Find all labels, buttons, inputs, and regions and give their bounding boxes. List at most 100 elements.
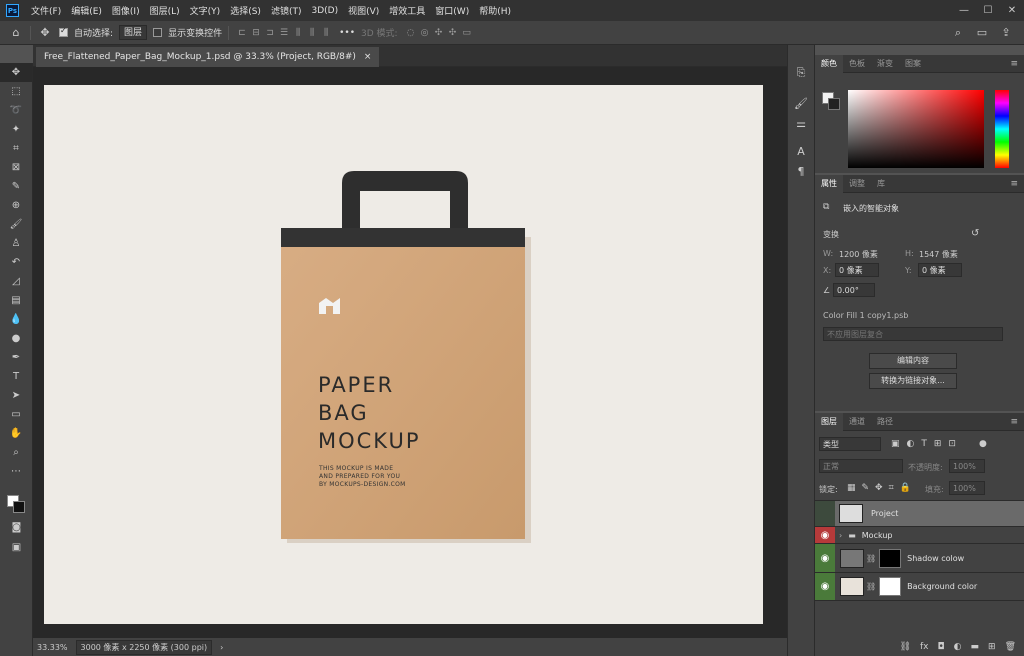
align-right-icon[interactable]: ⊐ [263,28,277,38]
pen-tool-icon[interactable]: ✒ [0,348,32,367]
document-tab[interactable]: Free_Flattened_Paper_Bag_Mockup_1.psd @ … [36,47,380,67]
tab-layers[interactable]: 图层 [815,412,843,431]
mask-icon[interactable]: ◘ [938,642,945,652]
color-picker-field[interactable] [848,90,984,168]
layer-filter-icons[interactable]: ▣◐T⊞⊡ [891,439,963,449]
history-panel-icon[interactable]: ⎘ [788,63,814,83]
screen-mode-icon[interactable]: ▣ [8,538,25,557]
close-window-button[interactable]: ✕ [1000,5,1024,16]
distribute-icon[interactable]: ⫼ [291,28,305,38]
more-tools-icon[interactable]: ⋯ [0,462,32,481]
move-tool-preset-icon[interactable]: ✥ [37,26,53,39]
menu-window[interactable]: 窗口(W) [430,4,474,17]
align-center-icon[interactable]: ⊟ [249,28,263,38]
hue-slider[interactable] [995,90,1009,168]
eraser-tool-icon[interactable]: ◿ [0,272,32,291]
blur-tool-icon[interactable]: 💧 [0,310,32,329]
menu-view[interactable]: 视图(V) [343,4,384,17]
auto-select-checkbox[interactable] [59,26,68,37]
gradient-tool-icon[interactable]: ▤ [0,291,32,310]
adjustments-icon[interactable]: ⚌ [788,113,814,133]
background-color-swatch[interactable] [828,98,840,110]
expand-arrow-icon[interactable]: › [839,531,842,540]
menu-3d[interactable]: 3D(D) [306,6,343,16]
reset-transform-icon[interactable]: ↺ [971,228,979,239]
angle-input[interactable]: 0.00° [833,283,875,297]
layer-row[interactable]: ◉ ⛓ Shadow colow [815,543,1024,572]
fill-input[interactable]: 100% [949,481,985,495]
history-brush-tool-icon[interactable]: ↶ [0,253,32,272]
hand-tool-icon[interactable]: ✋ [0,424,32,443]
distribute-right-icon[interactable]: ⫼ [319,28,333,38]
layer-name[interactable]: Project [871,509,898,518]
tab-channels[interactable]: 通道 [843,413,871,431]
eyedropper-tool-icon[interactable]: ✎ [0,177,32,196]
type-tool-icon[interactable]: T [0,367,32,386]
adjustment-icon[interactable]: ◐ [954,642,962,652]
layer-name[interactable]: Background color [907,582,977,591]
menu-select[interactable]: 选择(S) [225,4,266,17]
tab-gradients[interactable]: 渐变 [871,55,899,73]
layer-name[interactable]: Shadow colow [907,554,964,563]
width-value[interactable]: 1200 像素 [839,249,878,260]
tab-color[interactable]: 颜色 [815,54,843,73]
more-options-button[interactable]: ••• [339,28,355,38]
filter-toggle-icon[interactable]: ● [979,439,987,449]
dodge-tool-icon[interactable]: ● [0,329,32,348]
document-canvas[interactable]: PAPER BAG MOCKUP THIS MOCKUP IS MADE AND… [44,85,763,624]
healing-brush-tool-icon[interactable]: ⊕ [0,196,32,215]
y-input[interactable]: 0 像素 [918,263,962,277]
eye-icon[interactable]: ◉ [815,573,835,600]
close-tab-icon[interactable]: × [364,52,372,62]
brush-tool-icon[interactable]: 🖌 [0,215,32,234]
share-icon[interactable]: ⇪ [998,26,1014,40]
maximize-button[interactable]: ☐ [976,5,1000,16]
status-arrow-icon[interactable]: › [220,643,223,652]
show-transform-checkbox[interactable] [153,28,163,37]
tab-patterns[interactable]: 图案 [899,55,927,73]
marquee-tool-icon[interactable]: ⬚ [0,82,32,101]
layer-name[interactable]: Mockup [862,531,893,540]
visibility-toggle-off[interactable] [815,501,835,526]
layer-filter-dropdown[interactable]: 类型 [819,437,881,451]
minimize-button[interactable]: — [952,5,976,16]
align-left-icon[interactable]: ⊏ [235,28,249,38]
magic-wand-tool-icon[interactable]: ✦ [0,120,32,139]
align-middle-icon[interactable]: ☰ [277,28,291,38]
convert-to-linked-button[interactable]: 转换为链接对象... [869,373,957,389]
menu-layer[interactable]: 图层(L) [145,4,185,17]
link-icon[interactable]: ⛓ [900,642,911,652]
lock-icons[interactable]: ▦✎✥⌗🔒 [847,483,917,493]
layer-row[interactable]: ◉ › ▬ Mockup [815,526,1024,543]
folder-icon[interactable]: ▬ [971,642,980,652]
layer-row[interactable]: ◉ ⛓ Background color [815,572,1024,601]
zoom-level[interactable]: 33.33% [37,643,68,652]
menu-filter[interactable]: 滤镜(T) [266,4,307,17]
stamp-tool-icon[interactable]: ♙ [0,234,32,253]
blend-mode-dropdown[interactable]: 正常 [819,459,903,473]
menu-edit[interactable]: 编辑(E) [66,4,107,17]
menu-file[interactable]: 文件(F) [26,4,66,17]
trash-icon[interactable]: 🗑 [1005,642,1016,652]
crop-tool-icon[interactable]: ⌗ [0,139,32,158]
background-color-swatch[interactable] [13,501,25,513]
lasso-tool-icon[interactable]: ➰ [0,101,32,120]
home-icon[interactable]: ⌂ [8,26,24,39]
distribute-center-icon[interactable]: ⫼ [305,28,319,38]
menu-plugins[interactable]: 增效工具 [384,4,430,17]
panel-menu-icon[interactable]: ≡ [1010,179,1024,189]
layer-comp-dropdown[interactable]: 不应用图层复合 [823,327,1003,341]
character-panel-icon[interactable]: A [788,141,814,161]
menu-help[interactable]: 帮助(H) [474,4,516,17]
zoom-tool-icon[interactable]: ⌕ [0,443,32,462]
move-tool-icon[interactable]: ✥ [0,63,32,82]
eye-icon[interactable]: ◉ [815,544,835,572]
tab-properties[interactable]: 属性 [815,174,843,193]
opacity-input[interactable]: 100% [949,459,985,473]
path-selection-tool-icon[interactable]: ➤ [0,386,32,405]
fx-icon[interactable]: fx [920,642,929,652]
paragraph-panel-icon[interactable]: ¶ [788,161,814,181]
menu-image[interactable]: 图像(I) [107,4,145,17]
tab-swatches[interactable]: 色板 [843,55,871,73]
menu-type[interactable]: 文字(Y) [185,4,226,17]
